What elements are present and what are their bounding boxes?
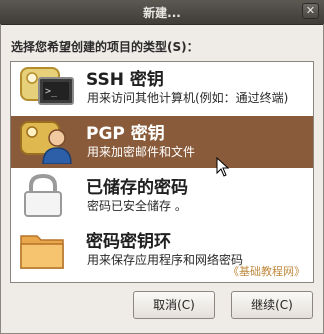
svg-text:>_: >_ xyxy=(45,86,58,97)
ssh-key-icon: >_ xyxy=(20,67,74,105)
dialog-window: 新建... ✕ 选择您希望创建的项目的类型(S)： >_ SSH 密钥 用来访问… xyxy=(0,0,324,334)
title-bar[interactable]: 新建... ✕ xyxy=(0,0,324,25)
mouse-cursor-icon xyxy=(216,157,230,177)
pgp-key-icon xyxy=(20,121,72,164)
watermark-text: 《基础教程网》 xyxy=(228,265,305,278)
item-title: PGP 密钥 xyxy=(86,124,165,144)
close-icon: ✕ xyxy=(305,4,316,17)
item-title: 密码密钥环 xyxy=(86,232,171,252)
cancel-button[interactable]: 取消(C) xyxy=(133,291,215,319)
item-description: 密码已安全储存 。 xyxy=(87,199,187,213)
list-item-stored-password[interactable]: 已储存的密码 密码已安全储存 。 xyxy=(11,170,313,222)
window-title: 新建... xyxy=(143,6,181,20)
list-item-ssh-key[interactable]: >_ SSH 密钥 用来访问其他计算机(例如：通过终端) xyxy=(11,62,313,114)
lock-icon xyxy=(24,174,62,217)
item-type-list[interactable]: >_ SSH 密钥 用来访问其他计算机(例如：通过终端) PGP 密钥 用来加密… xyxy=(10,61,314,283)
item-description: 用来加密邮件和文件 xyxy=(87,145,196,159)
folder-icon xyxy=(20,235,64,269)
item-title: 已储存的密码 xyxy=(86,178,188,198)
item-description: 用来访问其他计算机(例如：通过终端) xyxy=(87,91,289,105)
item-title: SSH 密钥 xyxy=(86,70,164,90)
close-button[interactable]: ✕ xyxy=(302,3,319,19)
list-item-pgp-key[interactable]: PGP 密钥 用来加密邮件和文件 xyxy=(11,116,313,168)
type-prompt-label: 选择您希望创建的项目的类型(S)： xyxy=(11,40,199,54)
continue-button[interactable]: 继续(C) xyxy=(231,291,313,319)
item-description: 用来保存应用程序和网络密码 xyxy=(87,253,244,267)
